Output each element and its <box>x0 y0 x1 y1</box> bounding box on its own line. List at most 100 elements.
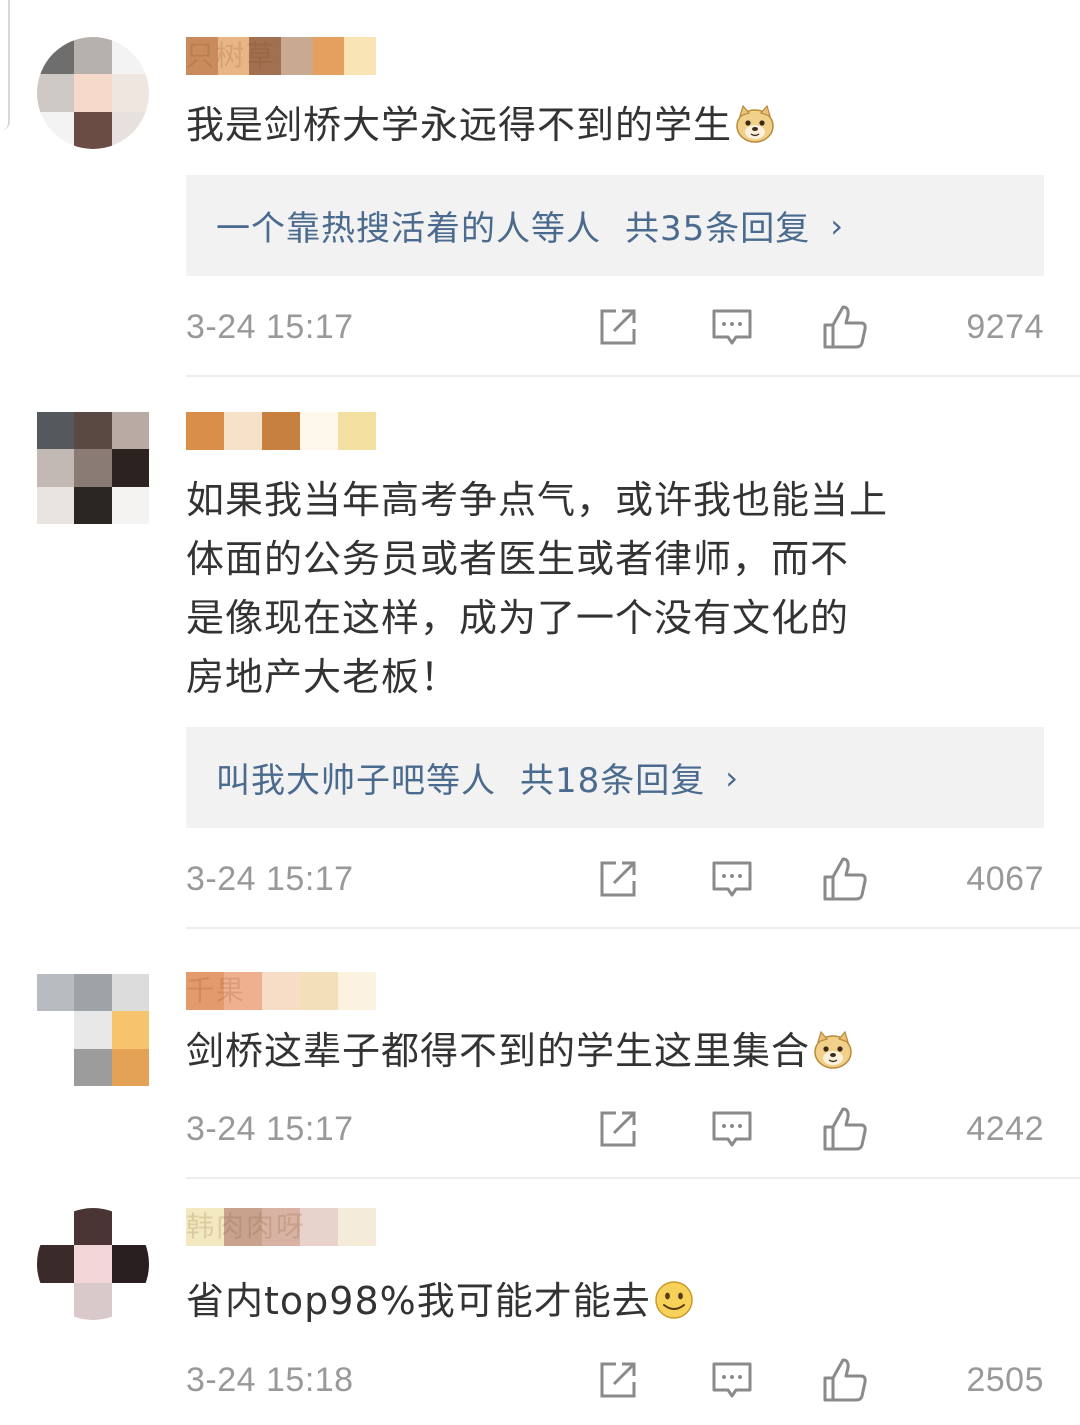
avatar-mosaic-cell <box>111 449 149 487</box>
avatar-mosaic-cell <box>37 974 75 1012</box>
avatar-mosaic-cell <box>74 111 112 149</box>
smile-emoji <box>654 1281 693 1319</box>
avatar-mosaic-cell <box>37 449 75 487</box>
username[interactable]: 韩肉肉呀 <box>186 1208 376 1246</box>
doge-emoji <box>736 104 774 143</box>
reply-users: 叫我大帅子吧等人 <box>216 761 496 801</box>
avatar-mosaic-cell <box>111 37 149 75</box>
comment-feed: 只树草 我是剑桥大学永远得不到的学生 一个靠热搜活着的人等人 共35条回复 › … <box>0 0 1080 1425</box>
avatar-mosaic-cell <box>74 1245 112 1283</box>
username[interactable] <box>186 412 376 450</box>
reply-count: 共18条回复 <box>520 761 706 801</box>
comment-text-line: 体面的公务员或者医生或者律师，而不 <box>186 537 850 581</box>
comment-text-content: 剑桥这辈子都得不到的学生这里集合 <box>186 1029 811 1073</box>
comment-text-content: 我是剑桥大学永远得不到的学生 <box>186 103 733 147</box>
action-bar: 2505 <box>600 1356 1044 1404</box>
share-icon[interactable] <box>596 1107 640 1151</box>
meta-row: 3-24 15:17 4067 <box>186 855 1044 903</box>
avatar-mosaic-cell <box>111 974 149 1012</box>
doge-emoji <box>814 1030 852 1069</box>
chevron-right-icon: › <box>725 758 740 797</box>
avatar-mosaic-cell <box>111 1011 149 1049</box>
share-icon[interactable] <box>596 1358 640 1402</box>
share-icon[interactable] <box>596 305 640 349</box>
avatar[interactable] <box>37 37 149 149</box>
comment-icon[interactable] <box>710 305 754 349</box>
reply-count: 共35条回复 <box>625 209 811 249</box>
reply-users: 一个靠热搜活着的人等人 <box>216 209 601 249</box>
comment-text-line: 如果我当年高考争点气，或许我也能当上 <box>186 478 889 522</box>
avatar-mosaic-cell <box>37 486 75 524</box>
avatar-mosaic-cell <box>74 37 112 75</box>
chevron-right-icon: › <box>830 206 845 245</box>
like-icon[interactable] <box>821 855 869 903</box>
meta-row: 3-24 15:17 4242 <box>186 1105 1044 1153</box>
avatar-mosaic-cell <box>74 1208 112 1246</box>
comment-icon[interactable] <box>710 857 754 901</box>
avatar-mosaic-cell <box>74 974 112 1012</box>
meta-row: 3-24 15:17 9274 <box>186 303 1044 351</box>
reply-summary[interactable]: 叫我大帅子吧等人 共18条回复 › <box>186 727 1044 828</box>
like-count: 2505 <box>966 1360 1044 1399</box>
avatar-mosaic-cell <box>74 412 112 450</box>
timestamp: 3-24 15:17 <box>186 1109 354 1148</box>
divider <box>186 375 1080 377</box>
avatar-mosaic-cell <box>111 74 149 112</box>
comment-text: 省内top98%我可能才能去 <box>186 1272 986 1331</box>
username[interactable]: 只树草 <box>186 37 376 75</box>
like-icon[interactable] <box>821 1356 869 1404</box>
like-icon[interactable] <box>821 303 869 351</box>
comment-text-line: 房地产大老板！ <box>186 655 460 699</box>
timestamp: 3-24 15:17 <box>186 859 354 898</box>
comment-icon[interactable] <box>710 1107 754 1151</box>
avatar[interactable] <box>37 1208 149 1320</box>
username-text: 千果 <box>186 974 247 1007</box>
divider <box>186 927 1080 929</box>
action-bar: 4067 <box>600 855 1044 903</box>
avatar-mosaic-cell <box>74 486 112 524</box>
username[interactable]: 千果 <box>186 972 376 1010</box>
avatar-mosaic-cell <box>111 1282 149 1320</box>
avatar-mosaic-cell <box>111 111 149 149</box>
comment-text: 如果我当年高考争点气，或许我也能当上 体面的公务员或者医生或者律师，而不 是像现… <box>186 471 986 707</box>
meta-row: 3-24 15:18 2505 <box>186 1356 1044 1404</box>
avatar-mosaic-cell <box>111 1245 149 1283</box>
username-text: 韩肉肉呀 <box>186 1210 307 1243</box>
avatar-mosaic-cell <box>37 111 75 149</box>
avatar[interactable] <box>37 412 149 524</box>
avatar-mosaic-cell <box>74 1282 112 1320</box>
avatar-mosaic-cell <box>111 1208 149 1246</box>
avatar-mosaic-cell <box>74 74 112 112</box>
timestamp: 3-24 15:18 <box>186 1360 354 1399</box>
comment-text-line: 是像现在这样，成为了一个没有文化的 <box>186 596 850 640</box>
avatar-mosaic-cell <box>37 412 75 450</box>
timestamp: 3-24 15:17 <box>186 307 354 346</box>
username-text: 只树草 <box>186 39 277 72</box>
avatar-mosaic-cell <box>74 449 112 487</box>
avatar[interactable] <box>37 974 149 1086</box>
avatar-mosaic-cell <box>74 1048 112 1086</box>
avatar-mosaic-cell <box>37 1245 75 1283</box>
avatar-mosaic-cell <box>37 37 75 75</box>
avatar-mosaic-cell <box>37 74 75 112</box>
avatar-mosaic-cell <box>74 1011 112 1049</box>
like-icon[interactable] <box>821 1105 869 1153</box>
avatar-mosaic-cell <box>37 1011 75 1049</box>
action-bar: 9274 <box>600 303 1044 351</box>
username-text <box>186 412 376 450</box>
comment-text: 我是剑桥大学永远得不到的学生 <box>186 96 986 155</box>
avatar-mosaic-cell <box>111 486 149 524</box>
avatar-mosaic-cell <box>37 1282 75 1320</box>
share-icon[interactable] <box>596 857 640 901</box>
avatar-mosaic-cell <box>37 1048 75 1086</box>
avatar-mosaic-cell <box>111 412 149 450</box>
comment-text-content: 省内top98%我可能才能去 <box>186 1279 651 1323</box>
action-bar: 4242 <box>600 1105 1044 1153</box>
like-count: 4242 <box>966 1109 1044 1148</box>
avatar-mosaic-cell <box>37 1208 75 1246</box>
reply-summary[interactable]: 一个靠热搜活着的人等人 共35条回复 › <box>186 175 1044 276</box>
divider <box>186 1177 1080 1179</box>
avatar-mosaic-cell <box>111 1048 149 1086</box>
comment-icon[interactable] <box>710 1358 754 1402</box>
comment-text: 剑桥这辈子都得不到的学生这里集合 <box>186 1022 986 1081</box>
